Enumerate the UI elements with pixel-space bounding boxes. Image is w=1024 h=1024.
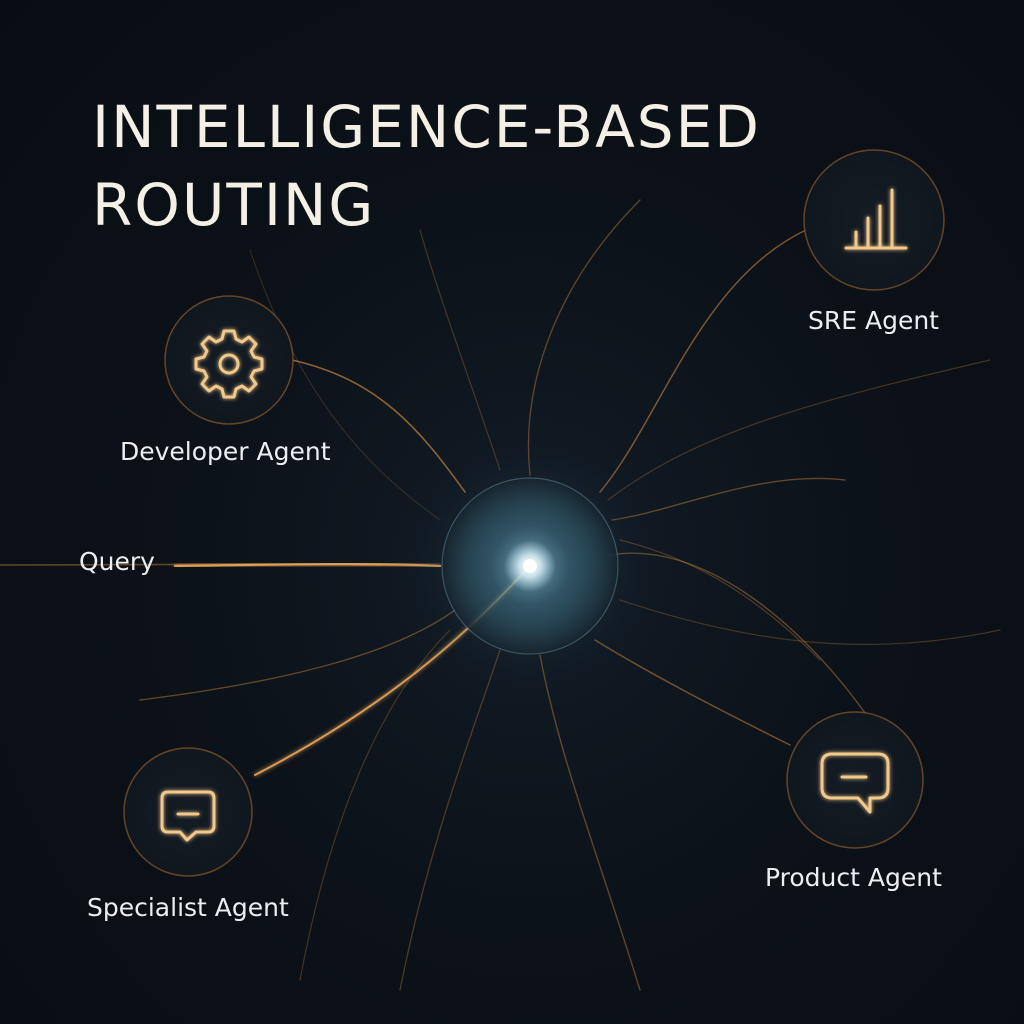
specialist-agent-ring — [123, 747, 253, 877]
developer-agent-label: Developer Agent — [120, 437, 331, 466]
product-agent-label: Product Agent — [765, 863, 942, 892]
routing-diagram: INTELLIGENCE-BASED ROUTING Query Develop… — [0, 0, 1024, 1024]
sre-agent-label: SRE Agent — [808, 306, 939, 335]
sre-agent-node[interactable] — [803, 149, 945, 291]
fiber — [299, 629, 451, 981]
query-label: Query — [79, 547, 155, 576]
developer-agent-node[interactable] — [164, 295, 294, 425]
specialist-agent-node[interactable] — [123, 747, 253, 877]
developer-agent-ring — [164, 295, 294, 425]
fiber — [619, 599, 1001, 646]
sre-link — [599, 229, 807, 493]
product-agent-ring — [786, 711, 924, 849]
product-agent-node[interactable] — [786, 711, 924, 849]
sre-agent-ring — [803, 149, 945, 291]
diagram-title-line-1: INTELLIGENCE-BASED — [92, 93, 761, 161]
specialist-agent-label: Specialist Agent — [87, 893, 289, 922]
hub-core — [523, 559, 537, 573]
diagram-title-line-2: ROUTING — [92, 171, 376, 239]
routing-hub — [380, 416, 680, 716]
